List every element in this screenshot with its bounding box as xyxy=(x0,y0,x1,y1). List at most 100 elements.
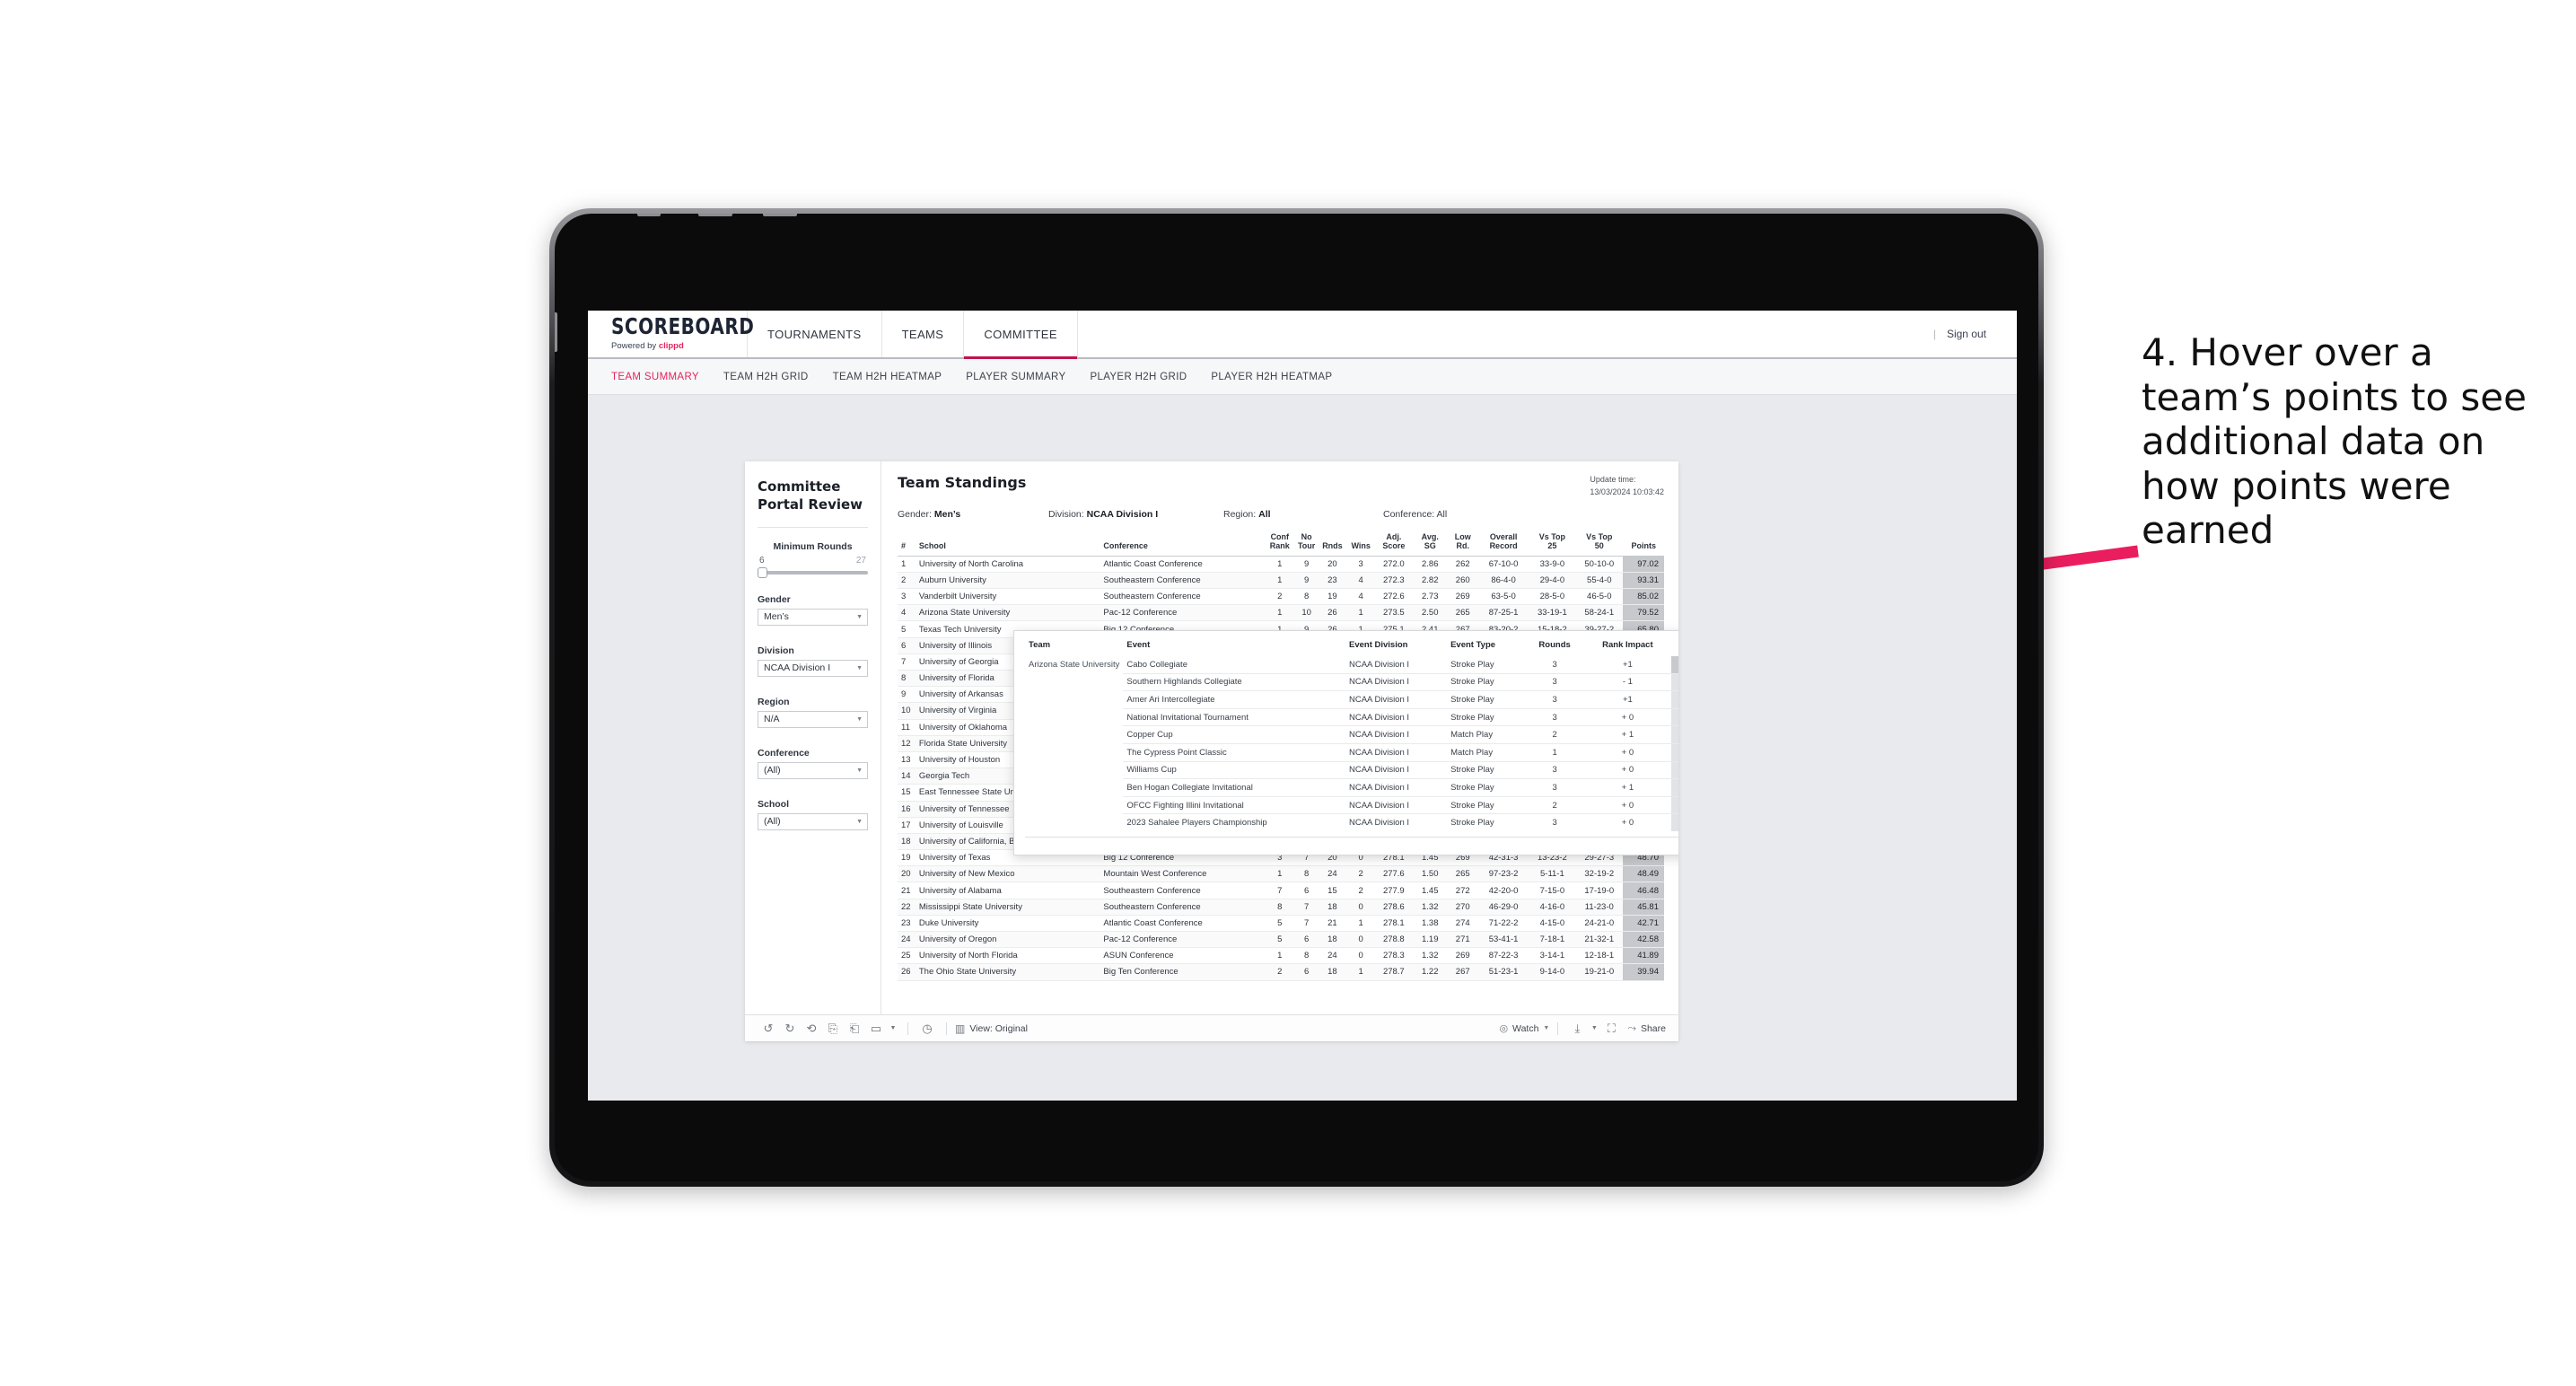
points-cell[interactable]: 79.52 xyxy=(1623,604,1664,622)
gender-select[interactable]: Men’s ▼ xyxy=(758,608,868,626)
tab-player-h2h-grid[interactable]: PLAYER H2H GRID xyxy=(1090,372,1187,382)
table-cell: 1.38 xyxy=(1412,915,1448,933)
pause-updates-icon[interactable]: ⎗ xyxy=(844,1020,865,1038)
column-header[interactable]: Low Rd. xyxy=(1447,532,1478,557)
table-row[interactable]: 21 University of Alabama Southeastern Conf… xyxy=(898,882,1664,899)
table-row[interactable]: 26 The Ohio State University Big Ten Confe… xyxy=(898,963,1664,981)
table-cell: University of Oregon xyxy=(915,931,1100,949)
column-header[interactable]: School xyxy=(915,532,1100,557)
tab-team-h2h-grid[interactable]: TEAM H2H GRID xyxy=(723,372,809,382)
power-button[interactable] xyxy=(637,214,661,216)
view-original-button[interactable]: ▥ View: Original xyxy=(955,1022,1028,1035)
conference-select[interactable]: (All) ▼ xyxy=(758,761,868,779)
table-cell: 272.3 xyxy=(1375,572,1413,590)
table-cell: 278.1 xyxy=(1375,915,1413,933)
table-row[interactable]: 1 University of North Carolina Atlantic Co… xyxy=(898,556,1664,573)
tab-team-h2h-heatmap[interactable]: TEAM H2H HEATMAP xyxy=(833,372,942,382)
points-cell[interactable]: 93.31 xyxy=(1623,572,1664,590)
table-cell: 8 xyxy=(1264,899,1295,916)
points-cell[interactable]: 85.02 xyxy=(1623,588,1664,606)
column-header[interactable]: # xyxy=(898,532,916,557)
table-cell: 19 xyxy=(898,849,916,867)
points-cell[interactable]: 46.48 xyxy=(1623,882,1664,899)
download-icon[interactable]: ⤓ xyxy=(1566,1020,1588,1038)
tooltip-rounds-cell: 3 xyxy=(1552,818,1557,829)
table-cell: 272 xyxy=(1447,882,1478,899)
column-header[interactable]: Conference xyxy=(1100,532,1265,557)
table-cell: 1 xyxy=(898,556,916,573)
table-row[interactable]: 22 Mississippi State University Southeaste… xyxy=(898,899,1664,916)
table-cell: 26 xyxy=(1318,604,1347,622)
table-row[interactable]: 4 Arizona State University Pac-12 Conferen… xyxy=(898,604,1664,622)
tab-team-summary[interactable]: TEAM SUMMARY xyxy=(611,372,699,382)
column-header[interactable]: Wins xyxy=(1346,532,1376,557)
redo-icon[interactable]: ↻ xyxy=(779,1020,801,1038)
table-row[interactable]: 20 University of New Mexico Mountain West … xyxy=(898,865,1664,883)
revert-icon[interactable]: ⟲ xyxy=(801,1020,822,1038)
tooltip-event-cell: OFCC Fighting Illini Invitational xyxy=(1123,796,1345,815)
fullscreen-icon[interactable]: ⛶ xyxy=(1600,1020,1622,1038)
points-cell[interactable]: 42.71 xyxy=(1623,915,1664,933)
update-time: Update time: 13/03/2024 10:03:42 xyxy=(1590,474,1664,498)
division-select[interactable]: NCAA Division I ▼ xyxy=(758,659,868,677)
refresh-icon[interactable]: ⎘ xyxy=(822,1020,844,1038)
table-cell: 16 xyxy=(898,801,916,818)
tooltip-impact-cell: + 0 xyxy=(1621,818,1634,829)
chevron-down-icon[interactable]: ▼ xyxy=(1588,1020,1600,1038)
table-row[interactable]: 24 University of Oregon Pac-12 Conference 5… xyxy=(898,931,1664,949)
filter-label-minimum-rounds: Minimum Rounds xyxy=(773,540,853,552)
column-header[interactable]: Vs Top 50 xyxy=(1575,532,1624,557)
table-row[interactable]: 2 Auburn University Southeastern Conferenc… xyxy=(898,572,1664,590)
column-header[interactable]: Conf Rank xyxy=(1264,532,1295,557)
column-header[interactable]: Rnds xyxy=(1318,532,1347,557)
school-select[interactable]: (All) ▼ xyxy=(758,812,868,830)
column-header[interactable]: Adj. Score xyxy=(1375,532,1413,557)
tooltip-body: Arizona State University Cabo Collegiate N… xyxy=(1025,656,1678,831)
points-cell[interactable]: 42.58 xyxy=(1623,931,1664,949)
minimum-rounds-slider[interactable] xyxy=(758,566,868,578)
table-cell: Big Ten Conference xyxy=(1100,963,1265,981)
nav-item-committee[interactable]: COMMITTEE xyxy=(964,311,1078,359)
column-header[interactable]: Overall Record xyxy=(1477,532,1529,557)
chevron-down-icon: ▼ xyxy=(856,767,863,774)
table-cell: 32-19-2 xyxy=(1575,865,1624,883)
points-cell[interactable]: 97.02 xyxy=(1623,556,1664,573)
column-header[interactable]: No Tour xyxy=(1294,532,1319,557)
tooltip-type-cell: Stroke Play xyxy=(1447,796,1526,815)
filter-region: Region N/A ▼ xyxy=(758,697,868,728)
points-cell[interactable]: 39.94 xyxy=(1623,963,1664,981)
nav-item-tournaments[interactable]: TOURNAMENTS xyxy=(748,311,882,357)
signout-link[interactable]: Sign out xyxy=(1947,328,1986,340)
table-cell: Pac-12 Conference xyxy=(1100,604,1265,622)
volume-up-button[interactable] xyxy=(698,214,732,216)
help-icon[interactable]: ◷ xyxy=(916,1020,938,1038)
side-button[interactable] xyxy=(555,312,557,352)
share-button[interactable]: ⤳ Share xyxy=(1627,1022,1666,1035)
slider-handle[interactable] xyxy=(758,566,767,578)
brand-logo[interactable]: SCOREBOARD Powered by clippd xyxy=(588,311,754,357)
table-row[interactable]: 3 Vanderbilt University Southeastern Confe… xyxy=(898,588,1664,606)
points-cell[interactable]: 41.89 xyxy=(1623,947,1664,965)
tab-player-summary[interactable]: PLAYER SUMMARY xyxy=(966,372,1065,382)
watch-button[interactable]: ◎ Watch ▼ xyxy=(1499,1022,1549,1035)
region-select[interactable]: N/A ▼ xyxy=(758,710,868,728)
undo-icon[interactable]: ↺ xyxy=(758,1020,779,1038)
table-cell: 87-25-1 xyxy=(1477,604,1529,622)
meta-conference-value: All xyxy=(1436,509,1448,520)
table-row[interactable]: 25 University of North Florida ASUN Confer… xyxy=(898,947,1664,965)
volume-down-button[interactable] xyxy=(763,214,797,216)
column-header[interactable]: Avg. SG xyxy=(1412,532,1448,557)
chevron-down-icon: ▼ xyxy=(856,664,863,671)
device-layout-icon[interactable]: ▭ xyxy=(865,1020,887,1038)
tooltip-event-cell: The Cypress Point Classic xyxy=(1123,743,1345,762)
tab-player-h2h-heatmap[interactable]: PLAYER H2H HEATMAP xyxy=(1211,372,1332,382)
points-cell[interactable]: 45.81 xyxy=(1623,899,1664,916)
school-select-value: (All) xyxy=(764,816,781,827)
nav-item-teams[interactable]: TEAMS xyxy=(882,311,965,357)
column-header[interactable]: Vs Top 25 xyxy=(1529,532,1576,557)
column-header[interactable]: Points xyxy=(1623,532,1664,557)
points-cell[interactable]: 48.49 xyxy=(1623,865,1664,883)
chevron-down-icon[interactable]: ▼ xyxy=(887,1020,899,1038)
tooltip-team-cell: Arizona State University xyxy=(1029,659,1120,670)
table-row[interactable]: 23 Duke University Atlantic Coast Conferen… xyxy=(898,915,1664,933)
